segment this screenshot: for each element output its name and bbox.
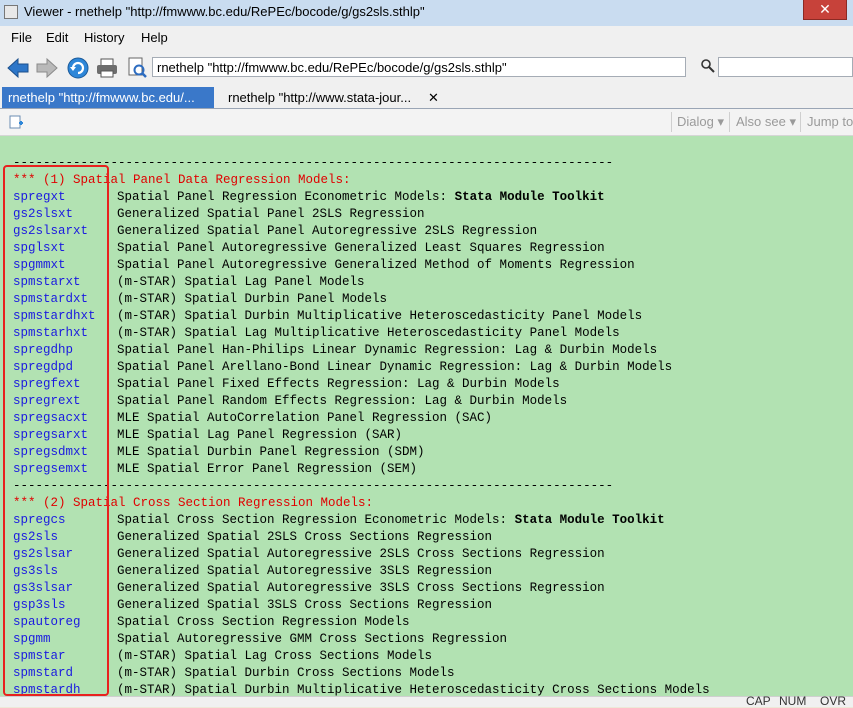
jump-to-label: Jump to xyxy=(807,114,853,129)
status-bar: CAP NUM OVR xyxy=(0,694,853,708)
dialog-label: Dialog xyxy=(677,114,714,129)
divider xyxy=(800,112,801,132)
close-tab-icon[interactable]: ✕ xyxy=(428,87,439,108)
help-entry: spregxt Spatial Panel Regression Economet… xyxy=(13,189,853,206)
command-description: Spatial Panel Autoregressive Generalized… xyxy=(117,241,605,255)
help-entry: gs3slsar Generalized Spatial Autoregressi… xyxy=(13,580,853,597)
help-entry: spregsdmxt MLE Spatial Durbin Panel Regre… xyxy=(13,444,853,461)
command-description: Spatial Cross Section Regression Econome… xyxy=(117,513,665,527)
back-arrow-icon[interactable] xyxy=(6,56,30,80)
menu-history[interactable]: History xyxy=(84,30,124,45)
help-entry: spregcs Spatial Cross Section Regression … xyxy=(13,512,853,529)
also-see-label: Also see xyxy=(736,114,786,129)
command-description: Generalized Spatial Panel 2SLS Regressio… xyxy=(117,207,425,221)
command-description: MLE Spatial Durbin Panel Regression (SDM… xyxy=(117,445,425,459)
command-description: Spatial Autoregressive GMM Cross Section… xyxy=(117,632,508,646)
command-description: Generalized Spatial Autoregressive 3SLS … xyxy=(117,564,493,578)
command-description: Spatial Panel Han-Philips Linear Dynamic… xyxy=(117,343,658,357)
menu-help[interactable]: Help xyxy=(141,30,168,45)
title-bar: Viewer - rnethelp "http://fmwww.bc.edu/R… xyxy=(0,0,853,27)
command-description: (m-STAR) Spatial Durbin Panel Models xyxy=(117,292,388,306)
help-entry: spmstardh (m-STAR) Spatial Durbin Multipl… xyxy=(13,682,853,696)
tab-stata-journal[interactable]: rnethelp "http://www.stata-jour... ✕ xyxy=(222,87,444,108)
help-entry: spregsemxt MLE Spatial Error Panel Regres… xyxy=(13,461,853,478)
help-entry: spregdhp Spatial Panel Han-Philips Linear… xyxy=(13,342,853,359)
command-description: (m-STAR) Spatial Durbin Multiplicative H… xyxy=(117,309,643,323)
help-entry: spregsarxt MLE Spatial Lag Panel Regressi… xyxy=(13,427,853,444)
find-icon[interactable] xyxy=(125,56,149,80)
close-button[interactable]: ✕ xyxy=(803,0,847,20)
help-entry: gs3sls Generalized Spatial Autoregressive… xyxy=(13,563,853,580)
command-description: (m-STAR) Spatial Durbin Multiplicative H… xyxy=(117,683,710,696)
jump-to-button[interactable]: Jump to xyxy=(807,114,853,129)
window-title: Viewer - rnethelp "http://fmwww.bc.edu/R… xyxy=(24,4,425,19)
command-description: Generalized Spatial Panel Autoregressive… xyxy=(117,224,538,238)
command-description: MLE Spatial AutoCorrelation Panel Regres… xyxy=(117,411,493,425)
refresh-icon[interactable] xyxy=(66,56,90,80)
menu-edit[interactable]: Edit xyxy=(46,30,68,45)
help-entry: spmstard (m-STAR) Spatial Durbin Cross Se… xyxy=(13,665,853,682)
help-entry: spmstarhxt (m-STAR) Spatial Lag Multiplic… xyxy=(13,325,853,342)
also-see-button[interactable]: Also see ▾ xyxy=(736,114,796,130)
help-entry: gs2slsxt Generalized Spatial Panel 2SLS R… xyxy=(13,206,853,223)
search-icon[interactable] xyxy=(700,58,716,74)
dialog-button[interactable]: Dialog ▾ xyxy=(677,114,724,130)
help-entry: spautoreg Spatial Cross Section Regressio… xyxy=(13,614,853,631)
help-entry: spmstarxt (m-STAR) Spatial Lag Panel Mode… xyxy=(13,274,853,291)
command-description: MLE Spatial Lag Panel Regression (SAR) xyxy=(117,428,403,442)
tab-label: rnethelp "http://www.stata-jour... xyxy=(228,90,412,105)
command-description: Spatial Panel Regression Econometric Mod… xyxy=(117,190,605,204)
tab-label: rnethelp "http://fmwww.bc.edu/... xyxy=(8,90,195,105)
help-entry: spmstardxt (m-STAR) Spatial Durbin Panel … xyxy=(13,291,853,308)
help-entry: spregdpd Spatial Panel Arellano-Bond Line… xyxy=(13,359,853,376)
help-entry: spgmm Spatial Autoregressive GMM Cross Se… xyxy=(13,631,853,648)
command-description: Spatial Cross Section Regression Models xyxy=(117,615,410,629)
command-description: (m-STAR) Spatial Lag Multiplicative Hete… xyxy=(117,326,620,340)
command-description: Generalized Spatial Autoregressive 3SLS … xyxy=(117,581,605,595)
app-icon xyxy=(4,5,18,19)
command-description: Spatial Panel Fixed Effects Regression: … xyxy=(117,377,560,391)
help-entry: spregsacxt MLE Spatial AutoCorrelation Pa… xyxy=(13,410,853,427)
help-entry: gs2slsarxt Generalized Spatial Panel Auto… xyxy=(13,223,853,240)
command-description: Generalized Spatial 3SLS Cross Sections … xyxy=(117,598,493,612)
help-entry: spmstar (m-STAR) Spatial Lag Cross Sectio… xyxy=(13,648,853,665)
help-entry: spregfext Spatial Panel Fixed Effects Reg… xyxy=(13,376,853,393)
menu-bar: File Edit History Help xyxy=(0,26,853,50)
toolkit-label: Stata Module Toolkit xyxy=(514,513,665,527)
command-description: (m-STAR) Spatial Lag Cross Sections Mode… xyxy=(117,649,433,663)
toolkit-label: Stata Module Toolkit xyxy=(454,190,605,204)
command-description: (m-STAR) Spatial Durbin Cross Sections M… xyxy=(117,666,455,680)
command-description: Generalized Spatial 2SLS Cross Sections … xyxy=(117,530,493,544)
search-input[interactable] xyxy=(718,57,853,77)
command-description: Spatial Panel Random Effects Regression:… xyxy=(117,394,568,408)
help-entry: gsp3sls Generalized Spatial 3SLS Cross Se… xyxy=(13,597,853,614)
help-entry: gs2slsar Generalized Spatial Autoregressi… xyxy=(13,546,853,563)
tab-gs2sls[interactable]: rnethelp "http://fmwww.bc.edu/... xyxy=(2,87,214,108)
tab-strip: rnethelp "http://fmwww.bc.edu/... rnethe… xyxy=(0,86,853,109)
menu-file[interactable]: File xyxy=(11,30,32,45)
command-description: (m-STAR) Spatial Lag Panel Models xyxy=(117,275,365,289)
viewer-bar: Dialog ▾ Also see ▾ Jump to xyxy=(0,109,853,136)
help-entry: spregrext Spatial Panel Random Effects Re… xyxy=(13,393,853,410)
command-description: Generalized Spatial Autoregressive 2SLS … xyxy=(117,547,605,561)
command-description: MLE Spatial Error Panel Regression (SEM) xyxy=(117,462,418,476)
forward-arrow-icon[interactable] xyxy=(35,56,59,80)
help-entry: spglsxt Spatial Panel Autoregressive Gene… xyxy=(13,240,853,257)
divider xyxy=(671,112,672,132)
help-entry: spmstardhxt (m-STAR) Spatial Durbin Multi… xyxy=(13,308,853,325)
highlight-box xyxy=(3,165,109,696)
divider xyxy=(729,112,730,132)
address-field[interactable]: rnethelp "http://fmwww.bc.edu/RePEc/boco… xyxy=(152,57,686,77)
help-entry: gs2sls Generalized Spatial 2SLS Cross Sec… xyxy=(13,529,853,546)
new-viewer-icon[interactable] xyxy=(8,114,24,130)
print-icon[interactable] xyxy=(95,56,119,80)
help-entry: spgmmxt Spatial Panel Autoregressive Gene… xyxy=(13,257,853,274)
help-content: ----------------------------------------… xyxy=(0,136,853,696)
command-description: Spatial Panel Arellano-Bond Linear Dynam… xyxy=(117,360,673,374)
command-description: Spatial Panel Autoregressive Generalized… xyxy=(117,258,635,272)
